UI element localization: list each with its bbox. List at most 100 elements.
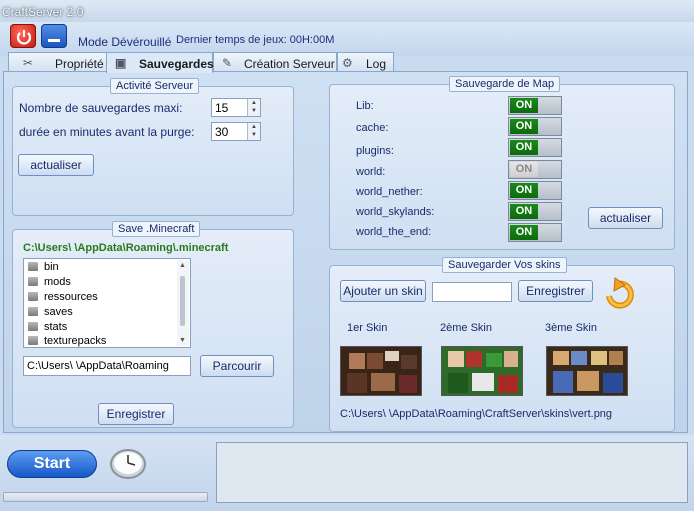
toggle-state: ON	[510, 119, 538, 134]
tab-label: Sauvegardes	[139, 57, 214, 71]
minecraft-path: C:\Users\ \AppData\Roaming\.minecraft	[23, 242, 229, 254]
tab-sauvegardes[interactable]: ▣ Sauvegardes	[106, 52, 214, 73]
list-item[interactable]: saves	[28, 306, 73, 321]
gears-icon: ⚙	[342, 56, 353, 70]
skin-name-input[interactable]	[432, 282, 512, 302]
toggle-world-skylands[interactable]: ON	[508, 202, 562, 221]
power-button[interactable]	[10, 24, 36, 48]
map-backup-legend: Sauvegarde de Map	[449, 76, 561, 92]
list-item[interactable]: stats	[28, 321, 67, 336]
max-saves-label: Nombre de sauvegardes maxi:	[19, 101, 183, 115]
list-scrollbar[interactable]: ▲ ▼	[177, 260, 189, 346]
max-saves-stepper[interactable]: 15 ▲ ▼	[211, 98, 261, 117]
scroll-down-icon[interactable]: ▼	[179, 337, 186, 344]
tab-label: Création Serveur	[244, 57, 335, 71]
list-item[interactable]: bin	[28, 261, 59, 276]
activity-legend: Activité Serveur	[110, 78, 200, 94]
activity-refresh-button[interactable]: actualiser	[18, 154, 94, 176]
skin-preview-2[interactable]	[441, 346, 523, 396]
purge-value: 30	[215, 125, 229, 139]
map-label-world-skylands: world_skylands:	[356, 206, 435, 218]
tools-icon: ✂	[23, 56, 34, 70]
clock-icon[interactable]	[108, 445, 148, 481]
browse-button[interactable]: Parcourir	[200, 355, 274, 377]
power-icon	[16, 30, 32, 45]
map-refresh-button[interactable]: actualiser	[588, 207, 663, 229]
toggle-state: ON	[510, 162, 538, 177]
toggle-state: ON	[510, 98, 538, 113]
folder-icon	[28, 292, 38, 301]
folder-icon	[28, 322, 38, 331]
toggle-lib[interactable]: ON	[508, 96, 562, 115]
activity-group: Activité Serveur Nombre de sauvegardes m…	[12, 78, 294, 216]
progress-bar	[3, 492, 208, 502]
toggle-state: ON	[510, 140, 538, 155]
tab-log[interactable]: ⚙ Log	[337, 52, 394, 72]
toggle-world[interactable]: ON	[508, 160, 562, 179]
tab-label: Log	[366, 57, 387, 71]
folder-icon	[28, 277, 38, 286]
toggle-state: ON	[510, 225, 538, 240]
skin-title-2: 2ème Skin	[440, 322, 492, 334]
skins-legend: Sauvegarder Vos skins	[442, 257, 567, 273]
pencil-icon: ✎	[222, 56, 233, 70]
tab-creation-serveur[interactable]: ✎ Création Serveur	[213, 52, 337, 72]
map-label-plugins: plugins:	[356, 145, 394, 157]
list-item[interactable]: mods	[28, 276, 71, 291]
skin-preview-1[interactable]	[340, 346, 422, 396]
spin-up-icon[interactable]: ▲	[248, 123, 260, 131]
spin-up-icon[interactable]: ▲	[248, 99, 260, 107]
list-item[interactable]: texturepacks	[28, 335, 107, 347]
folder-list[interactable]: bin mods ressources saves stats texturep…	[23, 258, 191, 348]
map-label-lib: Lib:	[356, 100, 374, 112]
save-minecraft-button[interactable]: Enregistrer	[98, 403, 174, 425]
mode-status: Mode Dévérouillé	[78, 35, 172, 49]
folder-icon	[28, 336, 38, 345]
last-play-time: Dernier temps de jeux: 00H:00M	[176, 34, 335, 46]
list-item-label: ressources	[44, 291, 98, 303]
map-label-cache: cache:	[356, 122, 389, 134]
tab-label: Propriété	[55, 57, 104, 71]
map-label-world-the-end: world_the_end:	[356, 226, 432, 238]
toggle-cache[interactable]: ON	[508, 117, 562, 136]
purge-label: durée en minutes avant la purge:	[19, 125, 195, 139]
tab-propriete[interactable]: ✂ Propriété	[8, 52, 107, 72]
skin-preview-3[interactable]	[546, 346, 628, 396]
spin-arrows[interactable]: ▲ ▼	[247, 123, 260, 140]
toggle-world-nether[interactable]: ON	[508, 181, 562, 200]
toggle-state: ON	[510, 183, 538, 198]
list-item-label: bin	[44, 261, 59, 273]
spin-down-icon[interactable]: ▼	[248, 107, 260, 115]
folder-icon	[28, 262, 38, 271]
list-item[interactable]: ressources	[28, 291, 98, 306]
max-saves-value: 15	[215, 101, 229, 115]
tab-bar: ✂ Propriété ▣ Sauvegardes ✎ Création Ser…	[0, 52, 694, 73]
minimize-button[interactable]	[41, 24, 67, 48]
start-button[interactable]: Start	[7, 450, 97, 478]
toggle-state: ON	[510, 204, 538, 219]
toggle-plugins[interactable]: ON	[508, 138, 562, 157]
map-backup-group: Sauvegarde de Map Lib: ON cache: ON plug…	[329, 76, 675, 250]
scroll-up-icon[interactable]: ▲	[179, 262, 186, 269]
folder-icon	[28, 307, 38, 316]
output-panel	[216, 442, 688, 503]
list-item-label: texturepacks	[44, 335, 107, 347]
minecraft-path-input[interactable]: C:\Users\ \AppData\Roaming	[23, 356, 191, 376]
add-skin-button[interactable]: Ajouter un skin	[340, 280, 426, 302]
skin-path: C:\Users\ \AppData\Roaming\CraftServer\s…	[340, 408, 613, 420]
scroll-thumb[interactable]	[180, 276, 185, 326]
list-item-label: saves	[44, 306, 73, 318]
save-minecraft-legend: Save .Minecraft	[112, 221, 201, 237]
list-item-label: mods	[44, 276, 71, 288]
save-skin-button[interactable]: Enregistrer	[518, 280, 593, 302]
spin-arrows[interactable]: ▲ ▼	[247, 99, 260, 116]
save-minecraft-group: Save .Minecraft C:\Users\ \AppData\Roami…	[12, 221, 294, 428]
spin-down-icon[interactable]: ▼	[248, 131, 260, 139]
refresh-arrow-icon[interactable]	[601, 276, 637, 312]
window-title: CraftServer 2.0	[0, 0, 694, 22]
toggle-world-the-end[interactable]: ON	[508, 223, 562, 242]
floppy-icon: ▣	[115, 56, 127, 70]
skin-title-1: 1er Skin	[347, 322, 388, 334]
purge-stepper[interactable]: 30 ▲ ▼	[211, 122, 261, 141]
minimize-icon	[48, 39, 60, 42]
